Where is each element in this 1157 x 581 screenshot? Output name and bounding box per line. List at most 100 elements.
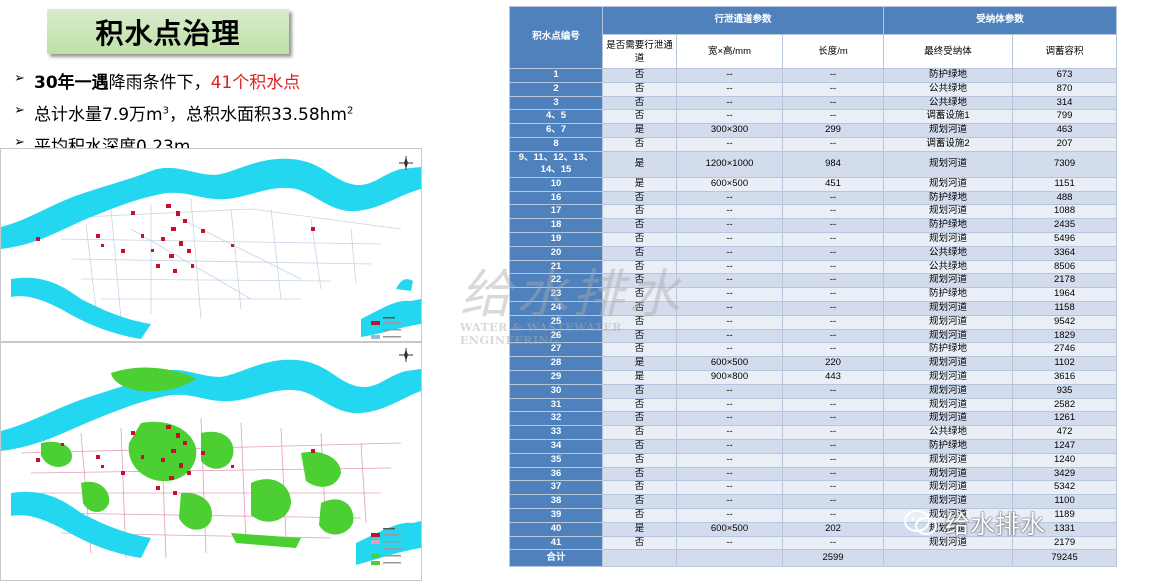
need-channel-cell: 否 <box>602 68 677 83</box>
length-cell: -- <box>781 231 885 247</box>
ponding-id-cell: 28 <box>509 356 603 371</box>
length-cell: -- <box>781 136 885 152</box>
length-cell: -- <box>781 411 885 427</box>
ponding-id-cell: 41 <box>509 535 603 551</box>
length-cell: -- <box>781 507 885 523</box>
volume-cell: 3429 <box>1012 466 1118 482</box>
volume-cell: 2582 <box>1012 397 1118 413</box>
need-channel-cell: 否 <box>602 452 677 468</box>
need-channel-cell: 否 <box>602 204 677 220</box>
ponding-id-cell: 31 <box>509 397 603 413</box>
receiver-cell: 规划河道 <box>883 383 1014 399</box>
table-row: 3 否 -- -- 公共绿地 314 <box>509 95 1118 111</box>
size-cell: -- <box>676 425 783 440</box>
size-cell: -- <box>676 259 783 275</box>
need-channel-cell: 否 <box>602 397 677 413</box>
size-cell: -- <box>676 190 783 206</box>
ponding-id-cell: 38 <box>509 494 603 509</box>
volume-cell: 870 <box>1012 81 1118 97</box>
table-row: 32 否 -- -- 规划河道 1261 <box>509 411 1118 427</box>
length-cell: 451 <box>781 176 885 192</box>
compass-icon <box>399 348 413 362</box>
volume-cell: 3616 <box>1012 369 1118 385</box>
receiver-cell: 公共绿地 <box>883 245 1014 261</box>
table-row: 8 否 -- -- 调蓄设施2 207 <box>509 136 1118 152</box>
table-row: 2 否 -- -- 公共绿地 870 <box>509 81 1118 97</box>
table-row: 36 否 -- -- 规划河道 3429 <box>509 466 1118 482</box>
rain-condition-text: 降雨条件下， <box>108 73 211 93</box>
volume-cell: 472 <box>1012 425 1118 440</box>
length-cell: -- <box>781 218 885 233</box>
need-channel-cell: 否 <box>602 259 677 275</box>
ponding-id-cell: 18 <box>509 218 603 233</box>
table-row: 4、5 否 -- -- 调蓄设施1 799 <box>509 109 1118 125</box>
rain-return-period: 30年一遇 <box>34 73 109 93</box>
table-body: 1 否 -- -- 防护绿地 673 2 否 -- -- 公共绿地 870 3 否 -- -- 公共绿地 314 4… <box>509 68 1118 551</box>
receiver-cell: 规划河道 <box>883 231 1014 247</box>
size-cell: 600×500 <box>676 521 783 537</box>
receiver-cell: 公共绿地 <box>883 81 1014 97</box>
length-cell: -- <box>781 314 885 330</box>
size-cell: 600×500 <box>676 356 783 371</box>
river <box>1 158 421 249</box>
volume-cell: 1829 <box>1012 328 1118 344</box>
size-cell: -- <box>676 452 783 468</box>
length-cell: -- <box>781 68 885 83</box>
size-cell: -- <box>676 438 783 454</box>
table-row: 21 否 -- -- 公共绿地 8506 <box>509 259 1118 275</box>
receiver-cell: 调蓄设施2 <box>883 136 1014 152</box>
need-channel-cell: 是 <box>602 176 677 192</box>
receiver-cell: 防护绿地 <box>883 68 1014 83</box>
size-cell: -- <box>676 231 783 247</box>
volume-cell: 9542 <box>1012 314 1118 330</box>
length-cell: 443 <box>781 369 885 385</box>
need-channel-cell: 是 <box>602 150 677 178</box>
volume-cell: 1158 <box>1012 300 1118 316</box>
receiver-cell: 规划河道 <box>883 176 1014 192</box>
need-channel-cell: 否 <box>602 109 677 125</box>
total-length: 2599 <box>781 549 885 568</box>
need-channel-cell: 否 <box>602 438 677 454</box>
need-channel-cell: 否 <box>602 314 677 330</box>
total-volume: 79245 <box>1012 549 1118 568</box>
size-cell: -- <box>676 68 783 83</box>
ponding-id-cell: 24 <box>509 300 603 316</box>
need-channel-cell: 否 <box>602 425 677 440</box>
receiver-cell: 规划河道 <box>883 300 1014 316</box>
volume-cell: 799 <box>1012 109 1118 125</box>
length-cell: -- <box>781 480 885 496</box>
table-row: 22 否 -- -- 规划河道 2178 <box>509 273 1118 289</box>
ponding-id-cell: 21 <box>509 259 603 275</box>
header-receiving-body: 受纳体参数 <box>883 6 1118 35</box>
table-total-row: 合计 2599 79245 <box>509 549 1118 568</box>
ponding-id-cell: 19 <box>509 231 603 247</box>
volume-cell: 1088 <box>1012 204 1118 220</box>
need-channel-cell: 否 <box>602 218 677 233</box>
ponding-id-cell: 39 <box>509 507 603 523</box>
header-length: 长度/m <box>781 34 885 69</box>
table-row: 16 否 -- -- 防护绿地 488 <box>509 190 1118 206</box>
river-lower <box>11 277 151 339</box>
slide-title: 积水点治理 <box>47 9 289 54</box>
table-row: 23 否 -- -- 防护绿地 1964 <box>509 287 1118 302</box>
table-row: 17 否 -- -- 规划河道 1088 <box>509 204 1118 220</box>
ponding-id-cell: 32 <box>509 411 603 427</box>
wechat-account-name: 给水排水 <box>945 510 1046 539</box>
ponding-id-cell: 20 <box>509 245 603 261</box>
length-cell: -- <box>781 328 885 344</box>
length-cell: -- <box>781 204 885 220</box>
size-cell: -- <box>676 218 783 233</box>
need-channel-cell: 否 <box>602 494 677 509</box>
table-row: 9、11、12、13、14、15 是 1200×1000 984 规划河道 7309 <box>509 150 1118 178</box>
table-row: 27 否 -- -- 防护绿地 2746 <box>509 342 1118 358</box>
table-row: 25 否 -- -- 规划河道 9542 <box>509 314 1118 330</box>
need-channel-cell: 是 <box>602 521 677 537</box>
volume-cell: 935 <box>1012 383 1118 399</box>
length-cell: -- <box>781 190 885 206</box>
need-channel-cell: 否 <box>602 535 677 551</box>
ponding-parameter-table: 积水点编号 行泄通道参数 受纳体参数 是否需要行泄通道 宽×高/mm 长度/m … <box>509 6 1118 568</box>
volume-cell: 488 <box>1012 190 1118 206</box>
table-row: 19 否 -- -- 规划河道 5496 <box>509 231 1118 247</box>
volume-cell: 3364 <box>1012 245 1118 261</box>
table-row: 20 否 -- -- 公共绿地 3364 <box>509 245 1118 261</box>
